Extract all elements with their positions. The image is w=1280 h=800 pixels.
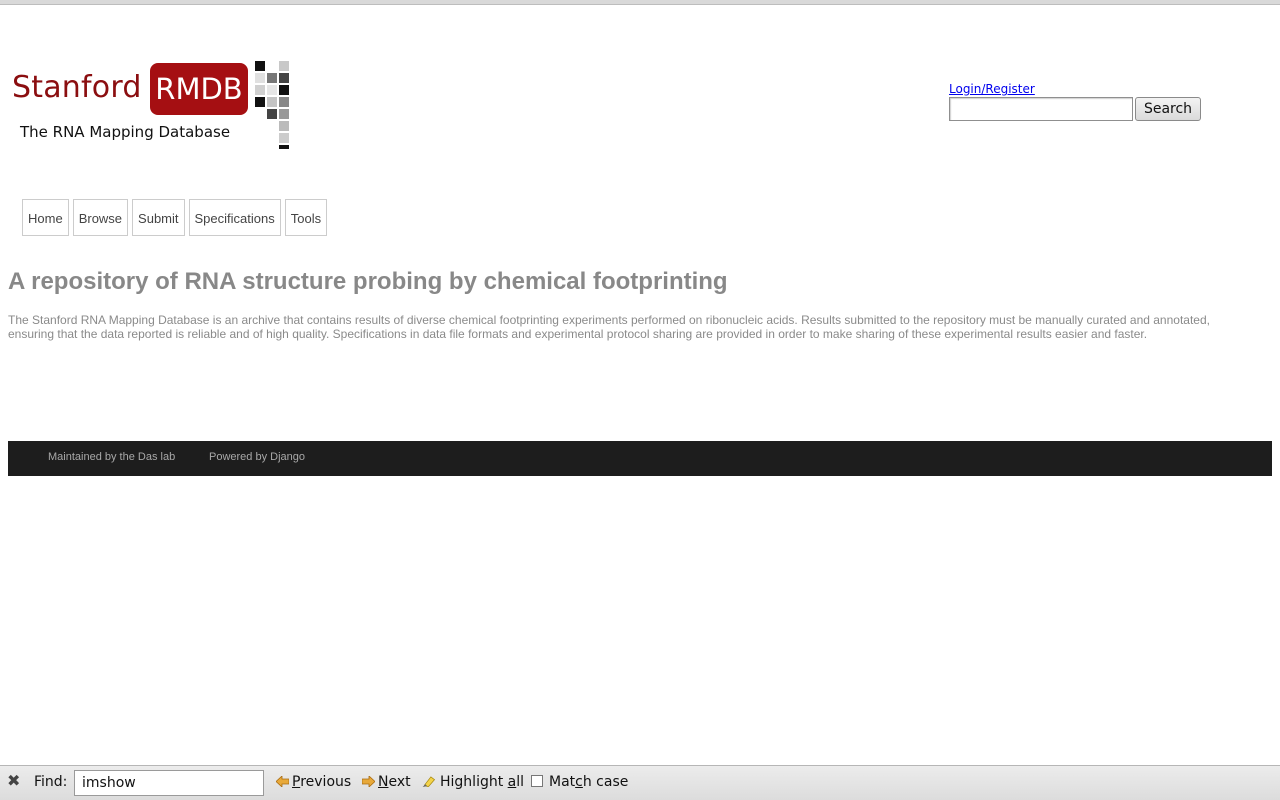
highlight-label-pre: Highlight — [440, 774, 508, 790]
page-headline: A repository of RNA structure probing by… — [8, 268, 728, 295]
nav-specifications[interactable]: Specifications — [188, 199, 281, 236]
match-case-checkbox[interactable]: Match case — [531, 774, 628, 790]
nav-browse[interactable]: Browse — [72, 199, 129, 236]
highlight-all-button[interactable]: Highlight all — [422, 774, 524, 790]
match-label-post: h case — [582, 774, 629, 790]
match-label-pre: Mat — [549, 774, 576, 790]
next-label: ext — [388, 774, 411, 790]
find-label: Find: — [34, 774, 68, 790]
previous-accesskey: P — [292, 774, 301, 790]
site-footer: Maintained by the Das lab Powered by Dja… — [8, 441, 1272, 476]
close-x-icon[interactable]: ✖ — [7, 773, 21, 789]
nav-tools[interactable]: Tools — [284, 199, 328, 236]
find-input[interactable]: imshow — [74, 770, 264, 796]
find-next-button[interactable]: Next — [362, 774, 411, 790]
login-register-link[interactable]: Login/Register — [949, 82, 1035, 96]
next-accesskey: N — [378, 774, 389, 790]
arrow-left-icon — [276, 776, 289, 787]
previous-label: revious — [300, 774, 352, 790]
nav-submit[interactable]: Submit — [132, 199, 185, 236]
highlighter-icon — [422, 776, 436, 787]
nav-home[interactable]: Home — [22, 199, 69, 236]
logo-stanford-text: Stanford — [12, 70, 142, 105]
browser-find-bar: ✖ Find: imshow Previous Next Highlight a… — [0, 765, 1280, 800]
arrow-right-icon — [362, 776, 375, 787]
footer-maintained-text: Maintained by the Das lab — [48, 451, 176, 463]
checkbox-box — [531, 775, 543, 787]
highlight-accesskey: a — [507, 774, 517, 790]
window-top-border — [0, 0, 1280, 5]
search-button[interactable]: Search — [1135, 97, 1201, 121]
logo-tagline: The RNA Mapping Database — [20, 123, 231, 141]
search-input[interactable] — [949, 97, 1133, 121]
highlight-label-post: ll — [516, 774, 525, 790]
page-description: The Stanford RNA Mapping Database is an … — [8, 313, 1210, 341]
logo-rmdb-badge: RMDB — [150, 63, 248, 115]
rmdb-logo[interactable]: Stanford RMDB The RNA Mapping Database — [12, 60, 302, 152]
find-previous-button[interactable]: Previous — [276, 774, 351, 790]
match-accesskey: c — [575, 774, 583, 790]
main-nav: Home Browse Submit Specifications Tools — [22, 199, 328, 236]
footer-powered-text: Powered by Django — [209, 451, 306, 463]
